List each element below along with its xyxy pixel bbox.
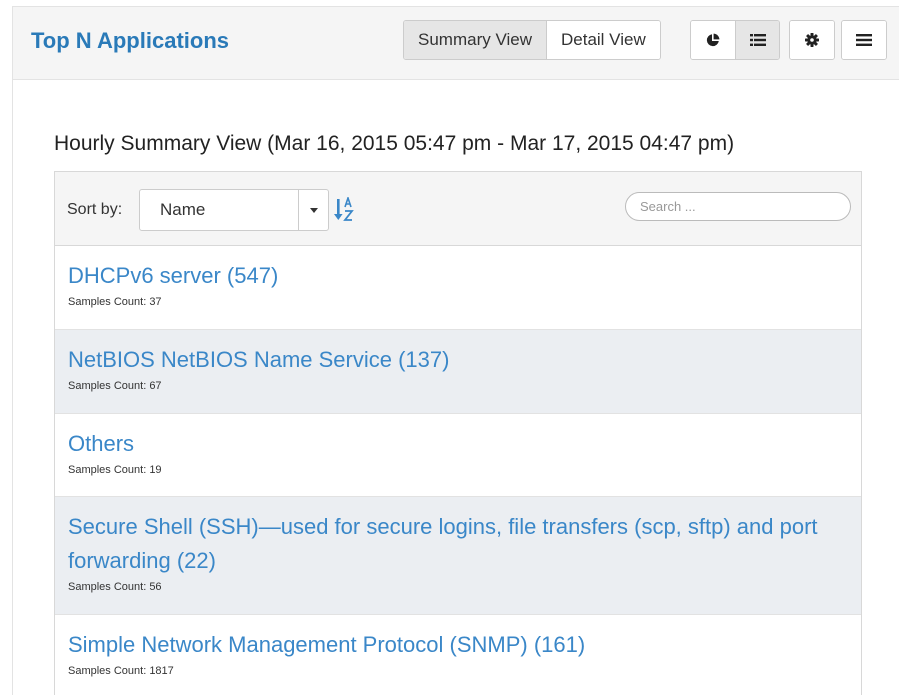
chart-view-button[interactable] (691, 21, 735, 59)
applications-list-panel: Sort by: Name DHCPv6 server (547) Sample… (54, 171, 862, 695)
search-input[interactable] (625, 192, 851, 221)
panel-title: Top N Applications (31, 28, 229, 53)
samples-count: Samples Count: 19 (68, 464, 162, 476)
samples-count: Samples Count: 56 (68, 581, 162, 593)
application-link[interactable]: DHCPv6 server (547) (68, 259, 848, 293)
list-item: NetBIOS NetBIOS Name Service (137) Sampl… (55, 330, 861, 414)
sort-by-select[interactable]: Name (139, 189, 329, 231)
application-link[interactable]: Simple Network Management Protocol (SNMP… (68, 628, 848, 662)
list-toolbar: Sort by: Name (55, 172, 861, 246)
settings-group (789, 20, 835, 60)
menu-icon (856, 34, 872, 46)
list-item: Others Samples Count: 19 (55, 414, 861, 497)
summary-view-button[interactable]: Summary View (404, 21, 546, 59)
pie-chart-icon (706, 33, 720, 47)
sort-by-label: Sort by: (67, 201, 123, 218)
summary-heading: Hourly Summary View (Mar 16, 2015 05:47 … (54, 132, 735, 155)
menu-button[interactable] (842, 21, 886, 59)
chart-list-toggle-group (690, 20, 780, 60)
list-item: Secure Shell (SSH)—used for secure login… (55, 497, 861, 615)
view-toggle-group: Summary View Detail View (403, 20, 661, 60)
list-item: Simple Network Management Protocol (SNMP… (55, 615, 861, 695)
caret-down-icon (298, 190, 328, 230)
list-item: DHCPv6 server (547) Samples Count: 37 (55, 246, 861, 330)
application-link[interactable]: NetBIOS NetBIOS Name Service (137) (68, 343, 848, 377)
samples-count: Samples Count: 1817 (68, 665, 174, 677)
menu-group (841, 20, 887, 60)
gear-icon (805, 33, 819, 47)
settings-button[interactable] (790, 21, 834, 59)
sort-by-value: Name (160, 200, 206, 219)
sort-alpha-asc-icon[interactable] (334, 195, 358, 228)
samples-count: Samples Count: 37 (68, 296, 162, 308)
application-link[interactable]: Others (68, 427, 848, 461)
detail-view-button[interactable]: Detail View (546, 21, 660, 59)
panel-header: Top N Applications Summary View Detail V… (12, 6, 899, 80)
application-link[interactable]: Secure Shell (SSH)—used for secure login… (68, 510, 848, 578)
list-view-button[interactable] (735, 21, 779, 59)
list-icon (749, 34, 766, 46)
samples-count: Samples Count: 67 (68, 380, 162, 392)
